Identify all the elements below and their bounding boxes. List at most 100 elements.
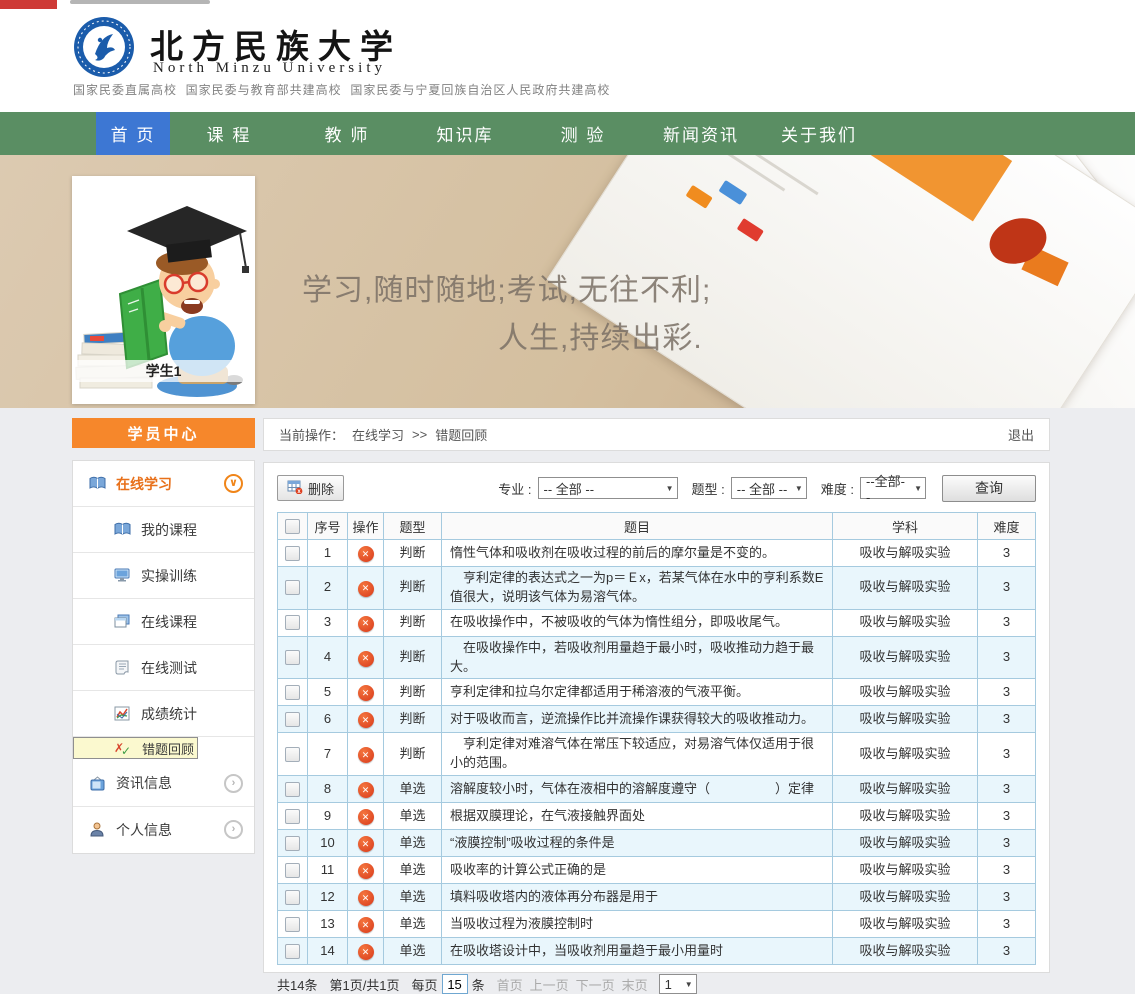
nav-item-quiz[interactable]: 测 验 bbox=[524, 112, 642, 155]
sidebar-menu: 在线学习∨我的课程实操训练在线课程在线测试成绩统计✗✓错题回顾资讯信息›个人信息… bbox=[72, 460, 255, 854]
subject: 吸收与解吸实验 bbox=[833, 911, 978, 938]
row-checkbox[interactable] bbox=[285, 917, 300, 932]
delete-row-icon[interactable]: ✕ bbox=[358, 917, 374, 933]
nav-item-home[interactable]: 首 页 bbox=[96, 112, 170, 155]
pager-link-2[interactable]: 下一页 bbox=[576, 978, 615, 993]
delete-row-icon[interactable]: ✕ bbox=[358, 836, 374, 852]
row-checkbox[interactable] bbox=[285, 944, 300, 959]
sidebar-item-score-statistics[interactable]: 成绩统计 bbox=[73, 691, 254, 737]
delete-row-icon[interactable]: ✕ bbox=[358, 712, 374, 728]
difficulty: 3 bbox=[978, 830, 1036, 857]
difficulty: 3 bbox=[978, 706, 1036, 733]
sidebar-item-practical-training[interactable]: 实操训练 bbox=[73, 553, 254, 599]
delete-row-icon[interactable]: ✕ bbox=[358, 890, 374, 906]
filter-select-major[interactable]: -- 全部 --▼ bbox=[538, 477, 678, 499]
row-checkbox[interactable] bbox=[285, 546, 300, 561]
row-number: 8 bbox=[308, 776, 348, 803]
delete-row-icon[interactable]: ✕ bbox=[358, 782, 374, 798]
subject: 吸收与解吸实验 bbox=[833, 609, 978, 636]
row-checkbox[interactable] bbox=[285, 650, 300, 665]
pager-link-0[interactable]: 首页 bbox=[497, 978, 523, 993]
delete-row-icon[interactable]: ✕ bbox=[358, 944, 374, 960]
delete-button[interactable]: x 删除 bbox=[277, 475, 344, 501]
filter-label-difficulty: 难度 : bbox=[821, 479, 854, 498]
nav-item-teachers[interactable]: 教 师 bbox=[288, 112, 406, 155]
difficulty: 3 bbox=[978, 679, 1036, 706]
row-checkbox[interactable] bbox=[285, 712, 300, 727]
paper-line bbox=[708, 155, 785, 191]
delete-row-icon[interactable]: ✕ bbox=[358, 747, 374, 763]
row-number: 3 bbox=[308, 609, 348, 636]
sidebar-item-online-courses[interactable]: 在线课程 bbox=[73, 599, 254, 645]
logout-link[interactable]: 退出 bbox=[1008, 425, 1034, 444]
difficulty: 3 bbox=[978, 884, 1036, 911]
row-checkbox[interactable] bbox=[285, 615, 300, 630]
question-row: 8✕单选溶解度较小时，气体在液相中的溶解度遵守（ ）定律吸收与解吸实验3 bbox=[278, 776, 1036, 803]
question-text: 吸收率的计算公式正确的是 bbox=[442, 857, 833, 884]
row-checkbox[interactable] bbox=[285, 863, 300, 878]
tv-icon bbox=[86, 776, 108, 791]
page-size-input[interactable] bbox=[442, 974, 468, 994]
sidebar-item-online-test[interactable]: 在线测试 bbox=[73, 645, 254, 691]
question-type: 单选 bbox=[384, 830, 442, 857]
select-all-checkbox[interactable] bbox=[285, 519, 300, 534]
row-checkbox[interactable] bbox=[285, 747, 300, 762]
row-number: 5 bbox=[308, 679, 348, 706]
difficulty: 3 bbox=[978, 776, 1036, 803]
row-checkbox[interactable] bbox=[285, 836, 300, 851]
row-checkbox[interactable] bbox=[285, 809, 300, 824]
row-checkbox[interactable] bbox=[285, 782, 300, 797]
sidebar-item-my-courses[interactable]: 我的课程 bbox=[73, 507, 254, 553]
query-button[interactable]: 查询 bbox=[942, 475, 1036, 502]
breadcrumb-page: 错题回顾 bbox=[435, 425, 487, 444]
sidebar-item-news-info[interactable]: 资讯信息› bbox=[73, 761, 254, 807]
question-text: 在吸收操作中，不被吸收的气体为惰性组分，即吸收尾气。 bbox=[442, 609, 833, 636]
sidebar-item-online-study[interactable]: 在线学习∨ bbox=[73, 461, 254, 507]
question-type: 判断 bbox=[384, 567, 442, 610]
column-header: 难度 bbox=[978, 513, 1036, 540]
dropdown-arrow-icon: ▼ bbox=[914, 484, 922, 493]
page-select[interactable]: 1 ▼ bbox=[659, 974, 697, 994]
row-number: 12 bbox=[308, 884, 348, 911]
delete-row-icon[interactable]: ✕ bbox=[358, 685, 374, 701]
question-row: 2✕判断 亨利定律的表达式之一为p＝Ｅx，若某气体在水中的亨利系数E值很大，说明… bbox=[278, 567, 1036, 610]
delete-row-icon[interactable]: ✕ bbox=[358, 863, 374, 879]
subject: 吸收与解吸实验 bbox=[833, 803, 978, 830]
nav-item-news[interactable]: 新闻资讯 bbox=[642, 112, 760, 155]
scroll-icon bbox=[111, 660, 133, 675]
row-checkbox[interactable] bbox=[285, 685, 300, 700]
question-row: 4✕判断 在吸收操作中，若吸收剂用量趋于最小时，吸收推动力趋于最大。吸收与解吸实… bbox=[278, 636, 1036, 679]
delete-row-icon[interactable]: ✕ bbox=[358, 616, 374, 632]
pager-link-3[interactable]: 末页 bbox=[622, 978, 648, 993]
question-row: 12✕单选填料吸收塔内的液体再分布器是用于吸收与解吸实验3 bbox=[278, 884, 1036, 911]
question-type: 单选 bbox=[384, 938, 442, 965]
delete-row-icon[interactable]: ✕ bbox=[358, 651, 374, 667]
pager-link-1[interactable]: 上一页 bbox=[530, 978, 569, 993]
question-type: 单选 bbox=[384, 857, 442, 884]
sidebar-item-wrong-question-review[interactable]: ✗✓错题回顾 bbox=[73, 737, 198, 759]
delete-row-icon[interactable]: ✕ bbox=[358, 546, 374, 562]
nav-item-knowledge-base[interactable]: 知识库 bbox=[406, 112, 524, 155]
row-checkbox[interactable] bbox=[285, 890, 300, 905]
nav-item-about-us[interactable]: 关于我们 bbox=[760, 112, 878, 155]
question-type: 判断 bbox=[384, 733, 442, 776]
question-row: 14✕单选在吸收塔设计中，当吸收剂用量趋于最小用量时吸收与解吸实验3 bbox=[278, 938, 1036, 965]
row-checkbox[interactable] bbox=[285, 580, 300, 595]
breadcrumb-section[interactable]: 在线学习 bbox=[352, 425, 404, 444]
filter-label-question-type: 题型 : bbox=[692, 479, 725, 498]
delete-row-icon[interactable]: ✕ bbox=[358, 809, 374, 825]
row-number: 4 bbox=[308, 636, 348, 679]
breadcrumb: 当前操作： 在线学习 >> 错题回顾 退出 bbox=[263, 418, 1050, 451]
delete-row-icon[interactable]: ✕ bbox=[358, 581, 374, 597]
sidebar-item-personal-info[interactable]: 个人信息› bbox=[73, 807, 254, 853]
filter-select-difficulty[interactable]: --全部--▼ bbox=[860, 477, 926, 499]
chevron-right-icon: › bbox=[224, 774, 243, 793]
sidebar-title[interactable]: 学员中心 bbox=[72, 418, 255, 448]
chevron-down-icon: ∨ bbox=[224, 474, 243, 493]
column-header: 序号 bbox=[308, 513, 348, 540]
banner-slogan-line1: 学习,随时随地;考试,无往不利; bbox=[302, 265, 711, 309]
chart-icon bbox=[111, 706, 133, 721]
nav-item-courses[interactable]: 课 程 bbox=[170, 112, 288, 155]
filter-select-question-type[interactable]: -- 全部 --▼ bbox=[731, 477, 807, 499]
student-card[interactable]: 学生1 bbox=[72, 176, 255, 404]
